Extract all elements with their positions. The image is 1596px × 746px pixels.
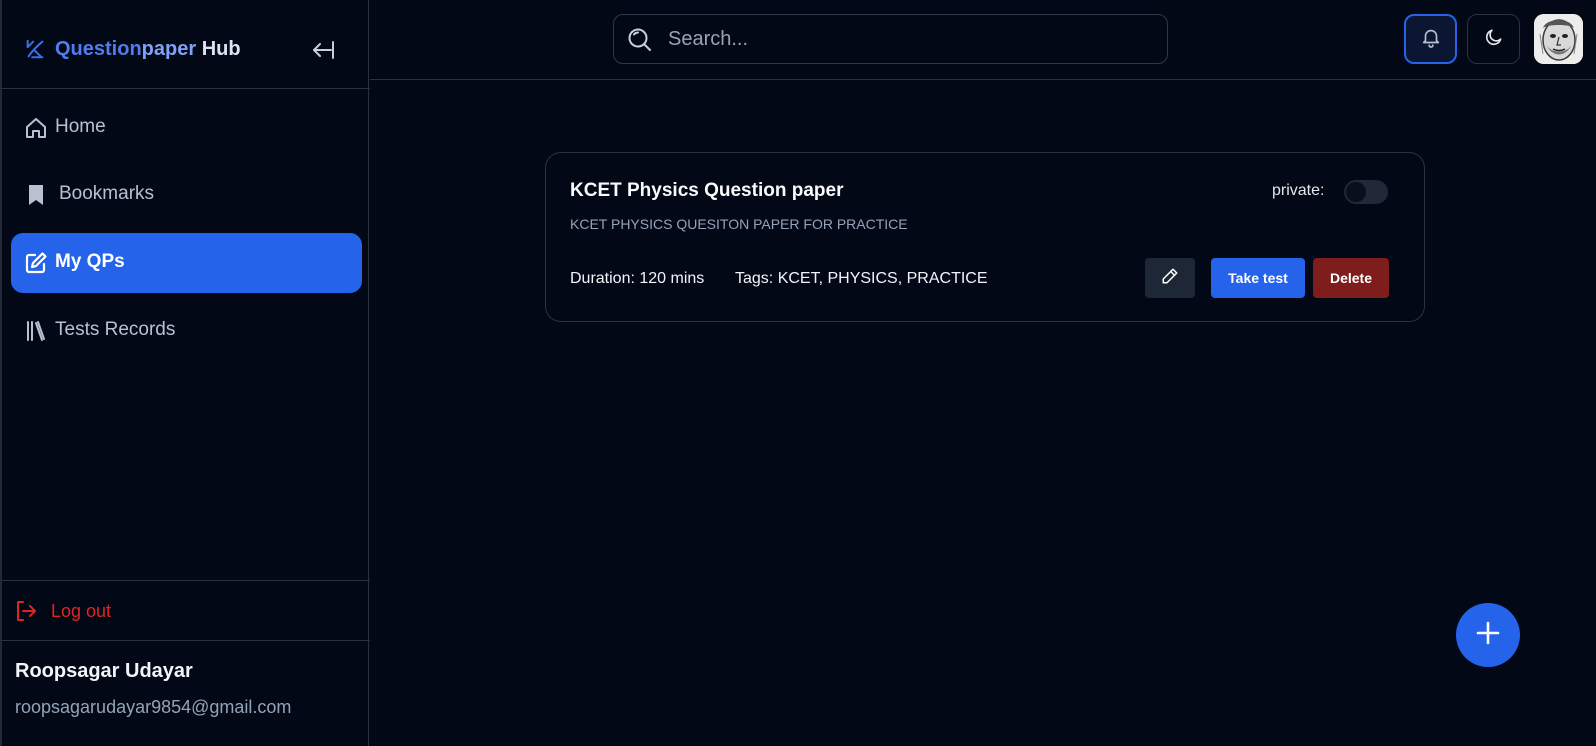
tags-text: Tags: KCET, PHYSICS, PRACTICE bbox=[735, 270, 988, 287]
user-email: roopsagarudayar9854@gmail.com bbox=[15, 697, 292, 717]
sidebar-item-label: Home bbox=[55, 116, 106, 137]
moon-icon bbox=[1484, 27, 1504, 52]
top-bar bbox=[370, 0, 1596, 80]
notifications-button[interactable] bbox=[1404, 14, 1457, 64]
avatar-portrait-icon bbox=[1534, 14, 1583, 64]
take-test-button[interactable]: Take test bbox=[1211, 258, 1305, 298]
brand-header: Questionpaper Hub bbox=[2, 0, 370, 89]
sidebar-item-tests-records[interactable]: Tests Records bbox=[11, 301, 362, 361]
search-input[interactable] bbox=[668, 25, 1148, 53]
search-icon bbox=[626, 26, 654, 54]
private-label: private: bbox=[1272, 182, 1325, 199]
plus-icon bbox=[1475, 620, 1501, 651]
logout-button[interactable]: Log out bbox=[14, 598, 124, 626]
card-title: KCET Physics Question paper bbox=[570, 180, 844, 201]
private-toggle[interactable] bbox=[1344, 180, 1388, 204]
sidebar-item-my-qps[interactable]: My QPs bbox=[11, 233, 362, 293]
brand-logo-icon bbox=[24, 38, 46, 60]
card-description: KCET PHYSICS QUESITON PAPER FOR PRACTICE bbox=[570, 216, 908, 232]
sidebar-item-label: Bookmarks bbox=[59, 183, 155, 204]
add-question-paper-button[interactable] bbox=[1456, 603, 1520, 667]
collapse-sidebar-icon[interactable] bbox=[308, 36, 336, 64]
bell-icon bbox=[1420, 26, 1442, 53]
logout-label: Log out bbox=[51, 601, 112, 621]
question-paper-card: KCET Physics Question paper KCET PHYSICS… bbox=[545, 152, 1425, 322]
sidebar-item-label: Tests Records bbox=[55, 319, 176, 340]
sidebar-item-bookmarks[interactable]: Bookmarks bbox=[11, 165, 362, 225]
pencil-icon bbox=[1161, 267, 1179, 290]
delete-button[interactable]: Delete bbox=[1313, 258, 1389, 298]
duration-text: Duration: 120 mins bbox=[570, 270, 705, 287]
bookmark-icon bbox=[24, 183, 48, 207]
library-icon bbox=[24, 319, 48, 343]
toggle-knob bbox=[1346, 182, 1366, 202]
theme-toggle-button[interactable] bbox=[1467, 14, 1520, 64]
edit-square-icon bbox=[24, 251, 48, 275]
sidebar: Questionpaper Hub Home Bookmarks My QPs … bbox=[0, 0, 370, 746]
search-box bbox=[613, 14, 1168, 64]
sidebar-item-home[interactable]: Home bbox=[11, 98, 362, 158]
app-root: Questionpaper Hub Home Bookmarks My QPs … bbox=[0, 0, 1596, 746]
edit-button[interactable] bbox=[1145, 258, 1195, 298]
avatar[interactable] bbox=[1534, 14, 1583, 64]
home-icon bbox=[24, 116, 48, 140]
user-name: Roopsagar Udayar bbox=[15, 660, 193, 682]
brand-name: Questionpaper Hub bbox=[55, 38, 241, 60]
sidebar-item-label: My QPs bbox=[55, 251, 125, 272]
logout-icon bbox=[14, 599, 38, 623]
logout-section: Log out bbox=[2, 580, 370, 641]
